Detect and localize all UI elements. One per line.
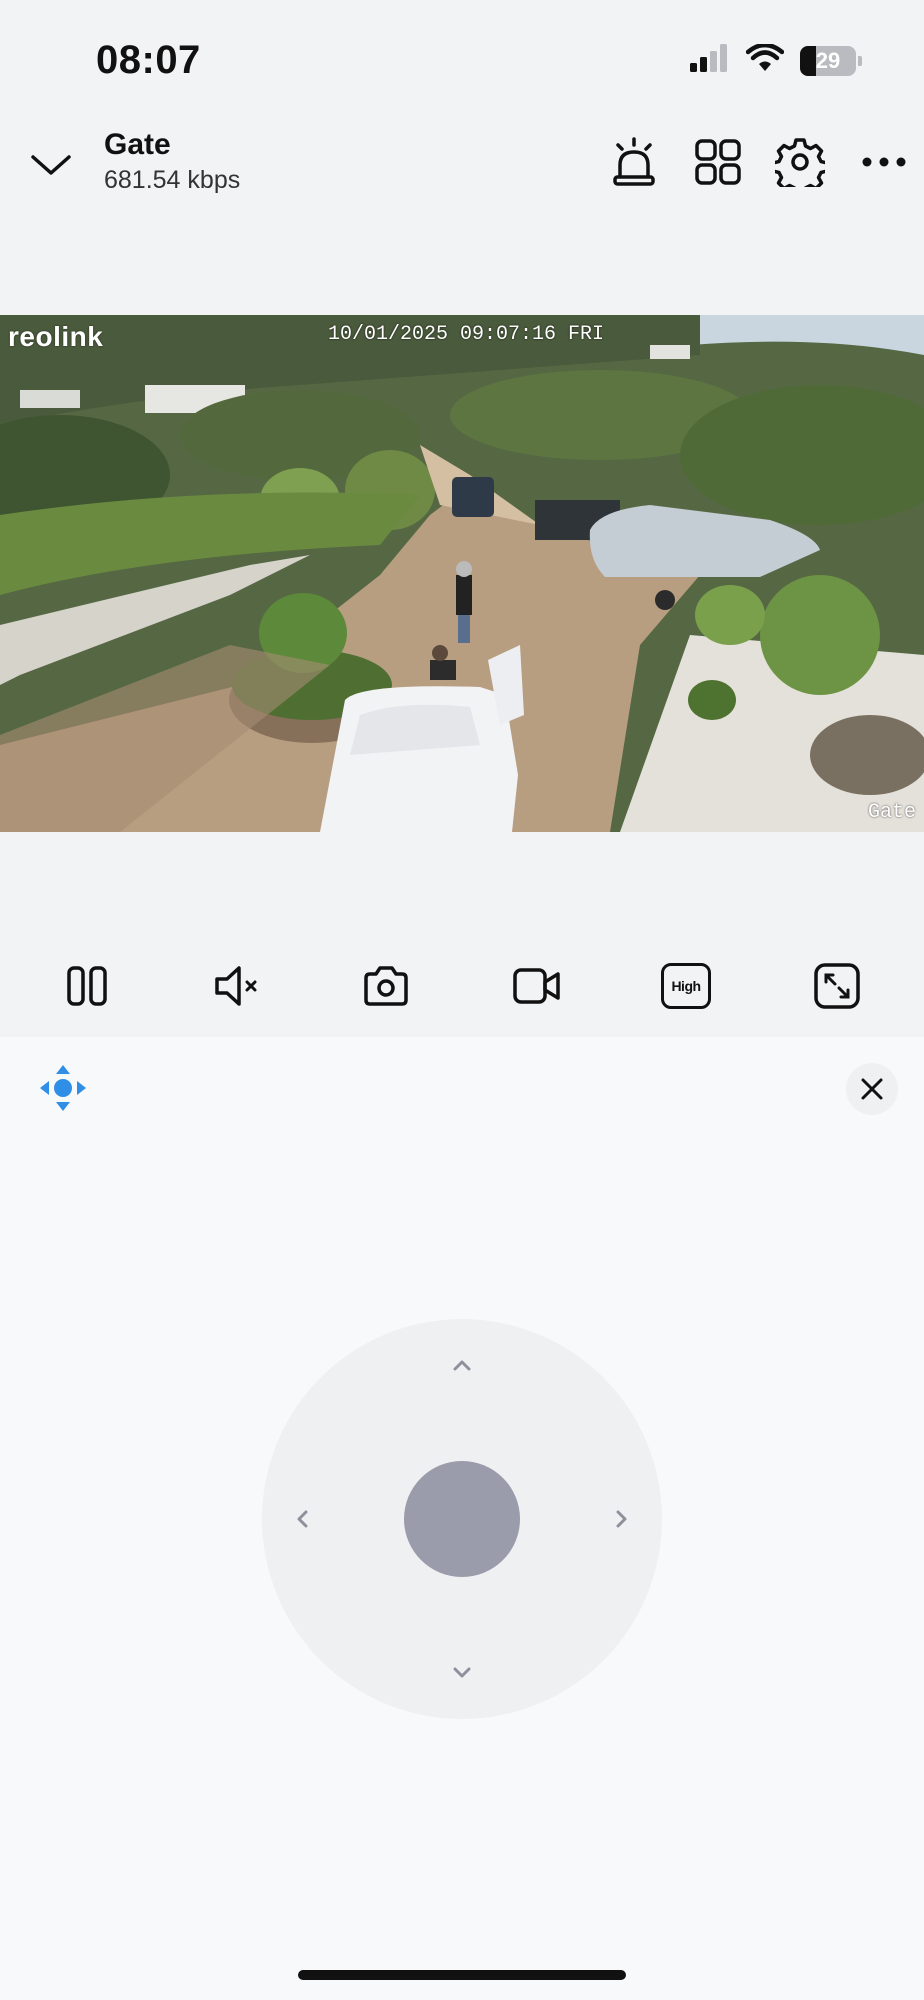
mute-button[interactable] bbox=[208, 956, 268, 1016]
grid-view-icon bbox=[695, 139, 741, 185]
arrow-left-icon bbox=[297, 1510, 308, 1528]
siren-button[interactable] bbox=[606, 134, 662, 190]
battery-icon: 29 bbox=[800, 45, 862, 76]
chevron-down-icon bbox=[31, 155, 71, 175]
collapse-button[interactable] bbox=[26, 140, 76, 190]
speaker-muted-icon bbox=[215, 966, 257, 1006]
quality-icon: High bbox=[661, 963, 711, 1009]
fullscreen-icon bbox=[814, 963, 860, 1009]
ptz-move-icon[interactable] bbox=[36, 1061, 90, 1115]
arrow-down-icon bbox=[453, 1667, 471, 1678]
camera-name: Gate bbox=[104, 128, 171, 161]
snapshot-button[interactable] bbox=[356, 956, 416, 1016]
reolink-watermark: reolink bbox=[8, 321, 104, 352]
close-icon bbox=[861, 1078, 883, 1100]
cellular-signal-icon bbox=[690, 44, 730, 77]
arrow-right-icon bbox=[616, 1510, 627, 1528]
playback-toolbar: High bbox=[0, 940, 924, 1030]
video-timestamp: 10/01/2025 09:07:16 FRI bbox=[328, 323, 605, 346]
ptz-panel bbox=[0, 1037, 924, 2000]
more-button[interactable] bbox=[856, 134, 912, 190]
status-bar: 08:07 29 bbox=[0, 0, 924, 110]
grid-view-button[interactable] bbox=[690, 134, 746, 190]
arrow-up-icon bbox=[453, 1360, 471, 1371]
pan-right-button[interactable] bbox=[604, 1501, 640, 1537]
status-time: 08:07 bbox=[96, 38, 201, 82]
battery-percent: 29 bbox=[815, 47, 841, 73]
quality-button[interactable]: High bbox=[656, 956, 716, 1016]
bitrate-readout: 681.54 kbps bbox=[104, 166, 241, 194]
fullscreen-button[interactable] bbox=[807, 956, 867, 1016]
wifi-icon bbox=[745, 42, 785, 77]
camera-scene bbox=[0, 315, 924, 832]
quality-label: High bbox=[671, 978, 701, 994]
live-video-feed[interactable]: reolink 10/01/2025 09:07:16 FRI Gate bbox=[0, 315, 924, 832]
camera-header: Gate 681.54 kbps bbox=[0, 110, 924, 230]
siren-icon bbox=[613, 137, 655, 186]
video-record-icon bbox=[513, 968, 560, 1004]
pause-button[interactable] bbox=[57, 956, 117, 1016]
more-icon bbox=[862, 157, 906, 167]
home-indicator[interactable] bbox=[298, 1970, 626, 1980]
status-icons: 29 bbox=[690, 42, 862, 77]
ptz-joystick[interactable] bbox=[262, 1319, 662, 1719]
camera-snapshot-icon bbox=[364, 966, 408, 1006]
record-button[interactable] bbox=[507, 956, 567, 1016]
pause-icon bbox=[67, 966, 107, 1006]
close-ptz-button[interactable] bbox=[846, 1063, 898, 1115]
settings-button[interactable] bbox=[772, 134, 828, 190]
pan-up-button[interactable] bbox=[444, 1347, 480, 1383]
video-channel-name: Gate bbox=[867, 801, 916, 824]
joystick-knob[interactable] bbox=[404, 1461, 520, 1577]
pan-left-button[interactable] bbox=[284, 1501, 320, 1537]
pan-down-button[interactable] bbox=[444, 1655, 480, 1691]
gear-icon bbox=[775, 138, 825, 187]
